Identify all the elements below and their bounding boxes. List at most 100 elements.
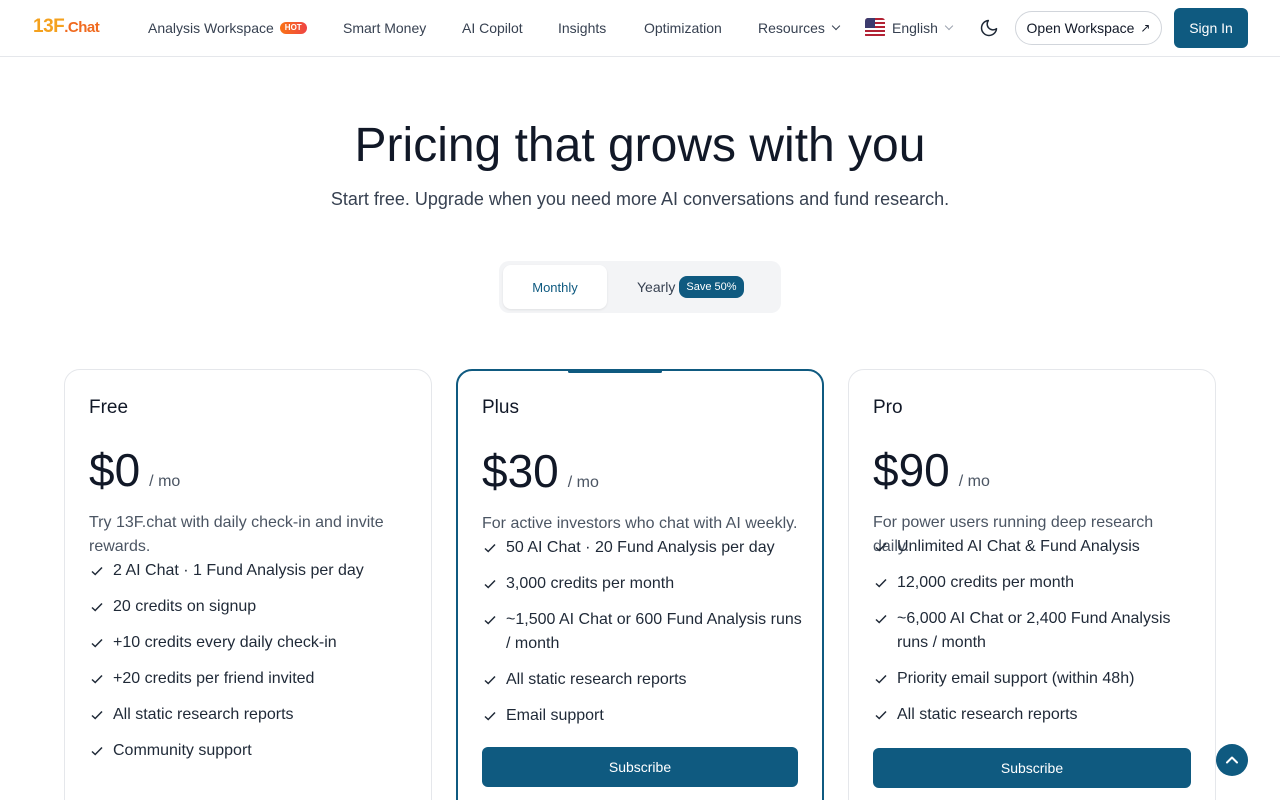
toggle-monthly[interactable]: Monthly: [503, 265, 607, 309]
language-selector[interactable]: English: [865, 18, 954, 38]
toggle-yearly[interactable]: Yearly Save 50%: [637, 265, 757, 309]
check-icon: [91, 746, 103, 756]
feature-text: 20 credits on signup: [113, 598, 257, 615]
save-badge: Save 50%: [679, 276, 744, 298]
plan-description: For active investors who chat with AI we…: [482, 515, 798, 532]
check-icon: [91, 602, 103, 612]
check-icon: [91, 710, 103, 720]
feature-text: All static research reports: [897, 706, 1078, 723]
page-title: Pricing that grows with you: [354, 119, 926, 172]
nav-link-optimization[interactable]: Optimization: [644, 19, 722, 37]
subscribe-button-pro[interactable]: Subscribe: [873, 748, 1191, 788]
feature-text: 2 AI Chat · 1 Fund Analysis per day: [113, 562, 364, 579]
back-to-top-button[interactable]: [1216, 744, 1248, 776]
feature-item: All static research reports: [89, 703, 409, 727]
toggle-yearly-label: Yearly: [637, 279, 676, 295]
feature-list: 50 AI Chat · 20 Fund Analysis per day 3,…: [482, 536, 802, 740]
feature-text: Unlimited AI Chat & Fund Analysis: [897, 538, 1140, 555]
feature-text: ~6,000 AI Chat or 2,400 Fund Analysis ru…: [897, 610, 1171, 651]
sign-in-button[interactable]: Sign In: [1174, 8, 1248, 48]
check-icon: [91, 638, 103, 648]
plan-card-plus: Plus $30 / mo For active investors who c…: [456, 369, 824, 800]
plan-description: Try 13F.chat with daily check-in and inv…: [89, 514, 384, 555]
nav-link-analysis-workspace[interactable]: Analysis Workspace HOT: [148, 19, 307, 37]
price-amount: $30: [482, 445, 559, 497]
featured-accent-bar: [568, 370, 662, 373]
feature-item: All static research reports: [873, 703, 1193, 727]
feature-text: Email support: [506, 707, 604, 724]
feature-item: Email support: [482, 704, 802, 728]
check-icon: [91, 566, 103, 576]
feature-item: +20 credits per friend invited: [89, 667, 409, 691]
feature-item: 50 AI Chat · 20 Fund Analysis per day: [482, 536, 802, 560]
page-subtitle: Start free. Upgrade when you need more A…: [330, 189, 950, 209]
check-icon: [875, 542, 887, 552]
feature-item: 20 credits on signup: [89, 595, 409, 619]
plan-name: Pro: [873, 397, 903, 418]
billing-toggle: Monthly Yearly Save 50%: [499, 261, 781, 313]
feature-text: 50 AI Chat · 20 Fund Analysis per day: [506, 539, 775, 556]
plan-name: Plus: [482, 397, 519, 418]
feature-text: +10 credits every daily check-in: [113, 634, 337, 651]
feature-item: ~6,000 AI Chat or 2,400 Fund Analysis ru…: [873, 607, 1193, 655]
nav-link-label: Analysis Workspace: [148, 20, 274, 36]
price-period: / mo: [149, 473, 181, 490]
logo-suffix-text: .Chat: [64, 19, 100, 36]
feature-list: Unlimited AI Chat & Fund Analysis 12,000…: [873, 535, 1193, 739]
us-flag-icon: [865, 18, 885, 38]
price-period: / mo: [958, 473, 990, 490]
chevron-down-icon: [831, 21, 841, 31]
feature-item: All static research reports: [482, 668, 802, 692]
feature-text: ~1,500 AI Chat or 600 Fund Analysis runs…: [506, 611, 802, 652]
nav-link-label: Resources: [758, 20, 825, 36]
check-icon: [484, 579, 496, 589]
plan-price: $90 / mo: [873, 444, 990, 496]
logo-main-text: 13F: [33, 16, 65, 37]
feature-item: 2 AI Chat · 1 Fund Analysis per day: [89, 559, 409, 583]
check-icon: [875, 674, 887, 684]
check-icon: [875, 614, 887, 624]
nav-link-insights[interactable]: Insights: [558, 19, 606, 37]
feature-item: ~1,500 AI Chat or 600 Fund Analysis runs…: [482, 608, 802, 656]
plan-price: $0 / mo: [89, 444, 180, 496]
feature-text: +20 credits per friend invited: [113, 670, 315, 687]
hot-badge: HOT: [279, 22, 307, 34]
feature-item: Community support: [89, 739, 409, 763]
check-icon: [875, 578, 887, 588]
open-workspace-label: Open Workspace: [1026, 20, 1135, 36]
moon-icon[interactable]: [979, 18, 999, 38]
plan-name: Free: [89, 397, 129, 418]
plan-card-pro: Pro $90 / mo For power users running dee…: [848, 369, 1216, 800]
check-icon: [484, 675, 496, 685]
feature-item: 3,000 credits per month: [482, 572, 802, 596]
nav-link-resources[interactable]: Resources: [758, 19, 841, 37]
nav-link-ai-copilot[interactable]: AI Copilot: [462, 19, 523, 37]
check-icon: [484, 711, 496, 721]
subscribe-button-plus[interactable]: Subscribe: [482, 747, 798, 787]
check-icon: [484, 615, 496, 625]
external-arrow-icon: ↗: [1140, 21, 1151, 35]
feature-item: Unlimited AI Chat & Fund Analysis: [873, 535, 1193, 559]
feature-text: Community support: [113, 742, 252, 759]
feature-list: 2 AI Chat · 1 Fund Analysis per day 20 c…: [89, 559, 409, 775]
language-label: English: [892, 20, 938, 36]
check-icon: [875, 710, 887, 720]
open-workspace-button[interactable]: Open Workspace ↗: [1015, 11, 1162, 45]
price-amount: $0: [89, 444, 141, 496]
price-period: / mo: [567, 474, 599, 491]
check-icon: [484, 543, 496, 553]
chevron-down-icon: [944, 21, 954, 31]
feature-text: Priority email support (within 48h): [897, 670, 1135, 687]
check-icon: [91, 674, 103, 684]
plan-card-free: Free $0 / mo Try 13F.chat with daily che…: [64, 369, 432, 800]
nav-link-smart-money[interactable]: Smart Money: [343, 19, 426, 37]
feature-text: 12,000 credits per month: [897, 574, 1074, 591]
feature-item: 12,000 credits per month: [873, 571, 1193, 595]
feature-text: All static research reports: [113, 706, 294, 723]
brand-logo[interactable]: 13F .Chat: [33, 16, 100, 40]
top-navbar: 13F .Chat Analysis Workspace HOT Smart Mo…: [0, 0, 1280, 57]
feature-text: All static research reports: [506, 671, 687, 688]
feature-item: +10 credits every daily check-in: [89, 631, 409, 655]
price-amount: $90: [873, 444, 950, 496]
chevron-up-icon: [1226, 756, 1238, 764]
